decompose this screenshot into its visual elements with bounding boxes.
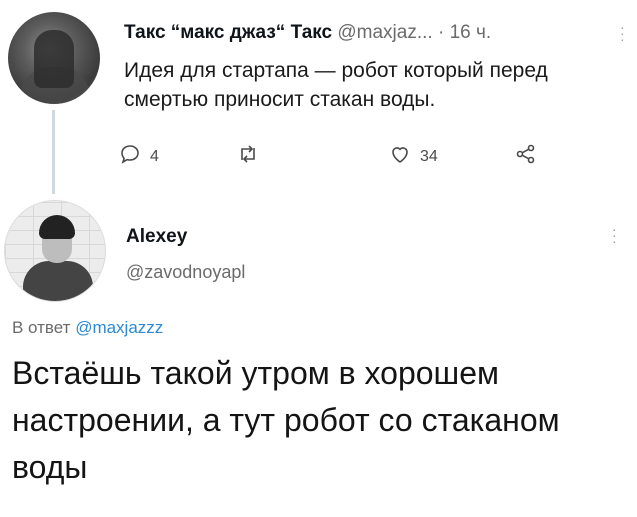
retweet-icon bbox=[236, 142, 260, 171]
tweet-text: Идея для стартапа — робот который перед … bbox=[124, 59, 548, 111]
more-icon[interactable]: · · · bbox=[620, 20, 625, 46]
like-count: 34 bbox=[420, 147, 438, 165]
reply-button[interactable]: 4 bbox=[118, 142, 159, 171]
reply-prefix: В ответ bbox=[12, 318, 71, 337]
avatar[interactable] bbox=[8, 12, 100, 104]
timestamp[interactable]: · 16 ч. bbox=[438, 22, 491, 43]
tweet-text: Встаёшь такой утром в хорошем настроении… bbox=[12, 355, 560, 485]
handle[interactable]: @maxjaz... bbox=[337, 22, 432, 43]
retweet-button[interactable] bbox=[236, 142, 268, 171]
display-name[interactable]: Alexey bbox=[126, 226, 187, 248]
heart-icon bbox=[388, 142, 412, 171]
avatar-figure bbox=[34, 30, 74, 88]
avatar[interactable] bbox=[4, 200, 106, 302]
tweet-header: Такс “макс джаз“ Такс @maxjaz... · 16 ч. bbox=[124, 22, 491, 44]
avatar-body bbox=[23, 261, 93, 301]
handle[interactable]: @zavodnoyapl bbox=[126, 262, 245, 283]
display-name[interactable]: Такс “макс джаз“ Такс bbox=[124, 22, 332, 43]
tweet-actions: 4 34 bbox=[118, 140, 548, 170]
reply-count: 4 bbox=[150, 147, 159, 165]
reply-icon bbox=[118, 142, 142, 171]
like-button[interactable]: 34 bbox=[388, 142, 438, 171]
reply-context: В ответ @maxjazzz bbox=[12, 318, 163, 338]
thread-line bbox=[52, 110, 55, 194]
share-icon bbox=[514, 142, 538, 171]
reply-to-link[interactable]: @maxjazzz bbox=[75, 318, 163, 337]
share-button[interactable] bbox=[514, 142, 538, 171]
more-icon[interactable]: · · · bbox=[612, 222, 617, 248]
